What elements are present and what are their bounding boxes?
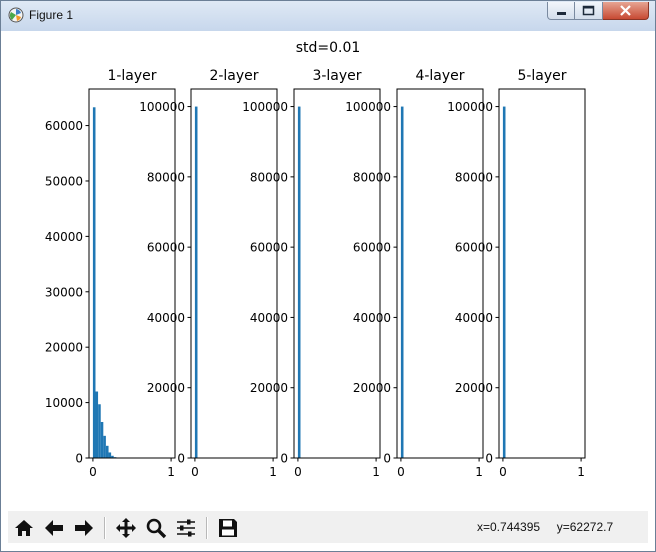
subplot-title: 3-layer — [312, 68, 361, 84]
y-tick-label: 30000 — [45, 285, 83, 299]
y-tick-label: 20000 — [147, 381, 185, 395]
subplot-title: 2-layer — [209, 68, 258, 84]
forward-button[interactable] — [71, 515, 97, 541]
x-tick-label: 1 — [372, 465, 380, 479]
y-tick-label: 100000 — [345, 100, 391, 114]
close-icon — [620, 5, 631, 16]
y-tick-label: 20000 — [455, 381, 493, 395]
y-tick-label: 60000 — [250, 241, 288, 255]
y-tick-label: 100000 — [139, 100, 185, 114]
x-tick-label: 1 — [269, 465, 277, 479]
back-arrow-icon — [45, 520, 63, 536]
y-tick-label: 0 — [383, 452, 391, 466]
close-button[interactable] — [603, 2, 649, 20]
y-tick-label: 0 — [177, 452, 185, 466]
x-tick-label: 0 — [89, 465, 97, 479]
maximize-button[interactable] — [575, 2, 603, 20]
pan-button[interactable] — [113, 515, 139, 541]
toolbar-separator — [104, 517, 106, 539]
configure-subplots-icon — [177, 519, 195, 537]
y-tick-label: 80000 — [147, 170, 185, 184]
y-tick-label: 100000 — [242, 100, 288, 114]
y-tick-label: 60000 — [353, 241, 391, 255]
forward-arrow-icon — [75, 520, 93, 536]
zoom-button[interactable] — [143, 515, 169, 541]
figure-window: Figure 1 std=0.01 1-layer 0 10000 20000 3000… — [0, 0, 656, 552]
x-tick-label: 0 — [499, 465, 507, 479]
save-button[interactable] — [215, 515, 241, 541]
home-button[interactable] — [11, 515, 37, 541]
figure-canvas[interactable]: std=0.01 1-layer010000200003000040000500… — [8, 31, 648, 511]
matplotlib-figure-icon — [8, 7, 24, 23]
subplot-title: 1-layer — [107, 68, 156, 84]
histogram-bar — [297, 106, 301, 459]
y-tick-label: 80000 — [250, 170, 288, 184]
y-tick-label: 60000 — [45, 119, 83, 133]
y-tick-label: 0 — [485, 452, 493, 466]
maximize-icon — [582, 5, 595, 16]
minimize-icon — [557, 12, 566, 15]
histogram-bar — [95, 391, 99, 458]
histogram-bar — [98, 404, 101, 458]
figure-canvas-area: std=0.01 1-layer 0 10000 20000 30000 40000 500… — [8, 31, 648, 543]
histogram-bar — [100, 421, 104, 458]
cursor-y-readout: y=62272.7 — [556, 520, 614, 534]
save-icon — [219, 519, 237, 537]
zoom-icon — [146, 518, 167, 539]
y-tick-label: 40000 — [250, 311, 288, 325]
x-tick-label: 0 — [397, 465, 405, 479]
subplot-title: 5-layer — [517, 68, 566, 84]
pan-icon — [116, 518, 136, 538]
toolbar-separator — [206, 517, 208, 539]
histogram-bar — [108, 452, 112, 458]
histogram-bar — [400, 106, 404, 459]
y-tick-label: 0 — [75, 452, 83, 466]
x-tick-label: 1 — [577, 465, 585, 479]
histogram-bar — [105, 445, 109, 458]
y-tick-label: 80000 — [353, 170, 391, 184]
y-tick-label: 100000 — [447, 100, 493, 114]
y-tick-label: 40000 — [147, 311, 185, 325]
cursor-x-readout: x=0.744395 — [477, 520, 541, 534]
x-tick-label: 1 — [167, 465, 175, 479]
cursor-coordinates-readout: x=0.744395 y=62272.7 — [477, 520, 613, 534]
x-tick-label: 0 — [191, 465, 199, 479]
histogram-bar — [92, 107, 96, 458]
y-tick-label: 20000 — [250, 381, 288, 395]
y-tick-label: 40000 — [353, 311, 391, 325]
y-tick-label: 10000 — [45, 396, 83, 410]
y-tick-label: 40000 — [45, 230, 83, 244]
y-tick-label: 50000 — [45, 174, 83, 188]
minimize-button[interactable] — [547, 2, 575, 20]
y-tick-label: 60000 — [455, 241, 493, 255]
home-icon — [15, 520, 33, 536]
window-title: Figure 1 — [29, 8, 74, 22]
histogram-bar — [103, 435, 106, 458]
figure-suptitle: std=0.01 — [296, 40, 361, 56]
y-tick-label: 40000 — [455, 311, 493, 325]
y-tick-label: 20000 — [45, 341, 83, 355]
subplot-title: 4-layer — [415, 68, 464, 84]
y-tick-label: 60000 — [147, 241, 185, 255]
y-tick-label: 80000 — [455, 170, 493, 184]
y-tick-label: 20000 — [353, 381, 391, 395]
histogram-bar — [194, 106, 198, 459]
x-tick-label: 0 — [294, 465, 302, 479]
x-tick-label: 1 — [475, 465, 483, 479]
y-tick-label: 0 — [280, 452, 288, 466]
configure-subplots-button[interactable] — [173, 515, 199, 541]
histogram-bar — [502, 106, 506, 459]
title-bar[interactable]: Figure 1 — [1, 1, 655, 31]
back-button[interactable] — [41, 515, 67, 541]
